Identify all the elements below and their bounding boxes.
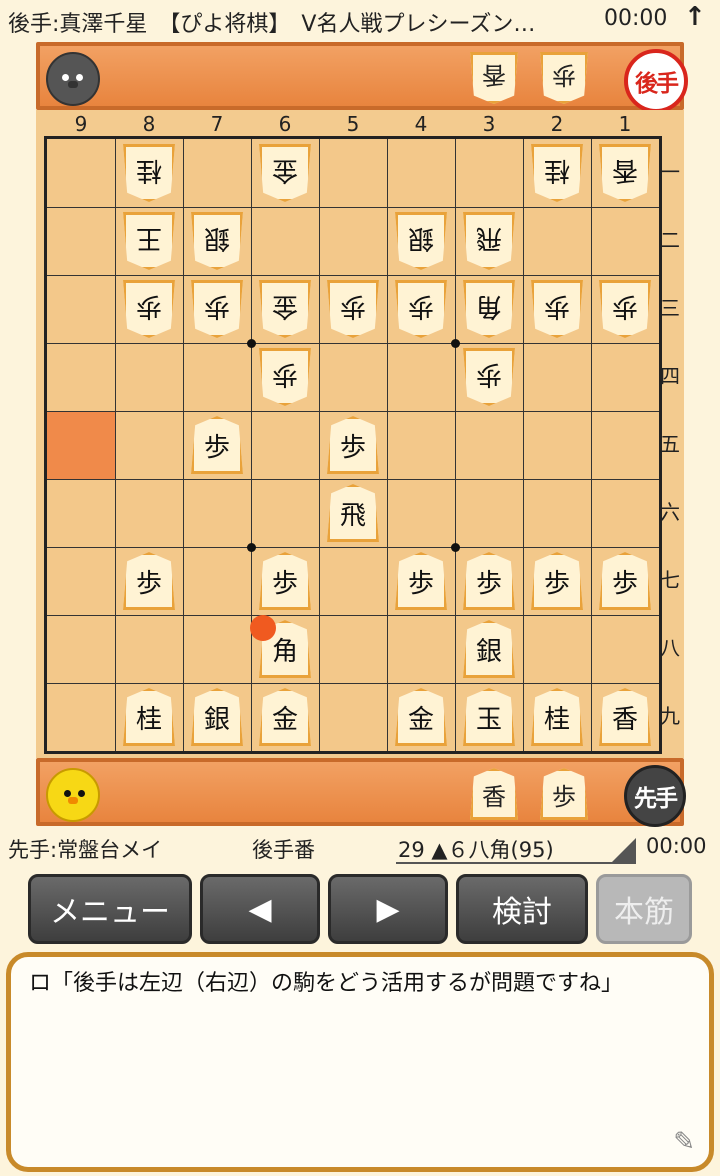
grid-line [47, 411, 659, 412]
sente-piece[interactable]: 歩 [531, 552, 583, 610]
comment-text: ロ「後手は左辺（右辺）の駒をどう活用するが問題ですね」 [29, 971, 624, 996]
gote-piece[interactable]: 歩 [259, 348, 311, 406]
gote-piece[interactable]: 桂 [531, 144, 583, 202]
gote-piece[interactable]: 銀 [395, 212, 447, 270]
gote-avatar [46, 52, 100, 106]
analyze-button[interactable]: 検討 [456, 874, 588, 944]
sente-piece[interactable]: 歩 [599, 552, 651, 610]
sente-piece[interactable]: 桂 [123, 688, 175, 746]
info-bar: 先手:常盤台メイ 後手番 29 ▲６八角(95) 00:00 [0, 830, 720, 866]
sente-player-name: 先手:常盤台メイ [8, 838, 163, 862]
move-record[interactable]: 29 ▲６八角(95) [398, 834, 554, 864]
file-label: 6 [278, 112, 292, 136]
grid-line [47, 343, 659, 344]
gote-piece[interactable]: 金 [259, 280, 311, 338]
next-move-button[interactable]: ▶ [328, 874, 448, 944]
gote-clock: 00:00 [604, 6, 668, 31]
mainline-button: 本筋 [596, 874, 692, 944]
sente-hand-piece-lance[interactable]: 香 [470, 768, 518, 820]
gote-piece[interactable]: 飛 [463, 212, 515, 270]
sente-piece[interactable]: 金 [395, 688, 447, 746]
status-header: 後手:真澤千星 【ぴよ将棋】 V名人戦プレシーズン… 00:00 ↑ [0, 0, 720, 42]
grid-line [47, 275, 659, 276]
gote-badge: 後手 [624, 49, 688, 113]
sente-piece[interactable]: 歩 [327, 416, 379, 474]
sente-piece[interactable]: 歩 [463, 552, 515, 610]
file-label: 9 [74, 112, 88, 136]
file-label: 5 [346, 112, 360, 136]
sente-piece[interactable]: 玉 [463, 688, 515, 746]
sente-hand-piece-pawn[interactable]: 歩 [540, 768, 588, 820]
grid-line [591, 139, 592, 751]
file-label: 8 [142, 112, 156, 136]
star-point [451, 543, 460, 552]
sente-piece[interactable]: 歩 [395, 552, 447, 610]
gote-piece[interactable]: 角 [463, 280, 515, 338]
shogi-board-area: 987654321 一二三四五六七八九 桂金桂香王銀銀飛歩歩金歩歩角歩歩歩歩歩歩… [36, 110, 684, 758]
file-label: 7 [210, 112, 224, 136]
gote-hand-piece-lance[interactable]: 香 [470, 52, 518, 104]
star-point [451, 339, 460, 348]
gote-piece[interactable]: 香 [599, 144, 651, 202]
grid-line [47, 479, 659, 480]
move-dropdown-icon[interactable] [612, 838, 636, 862]
grid-line [47, 683, 659, 684]
sente-piece[interactable]: 歩 [259, 552, 311, 610]
sente-hand-area: 香 歩 先手 [36, 758, 686, 827]
grid-line [183, 139, 184, 751]
gote-piece[interactable]: 歩 [327, 280, 379, 338]
sente-avatar [46, 768, 100, 822]
menu-button[interactable]: メニュー [28, 874, 192, 944]
grid-line [387, 139, 388, 751]
gote-piece[interactable]: 銀 [191, 212, 243, 270]
grid-line [455, 139, 456, 751]
grid-line [47, 615, 659, 616]
file-label: 2 [550, 112, 564, 136]
grid-line [523, 139, 524, 751]
prev-move-button[interactable]: ◀ [200, 874, 320, 944]
grid-line [47, 207, 659, 208]
file-label: 3 [482, 112, 496, 136]
gote-piece[interactable]: 桂 [123, 144, 175, 202]
sente-piece[interactable]: 桂 [531, 688, 583, 746]
sente-piece[interactable]: 歩 [191, 416, 243, 474]
pencil-icon[interactable]: ✎ [673, 1127, 695, 1157]
gote-piece[interactable]: 歩 [531, 280, 583, 338]
gote-piece[interactable]: 歩 [123, 280, 175, 338]
up-arrow-icon[interactable]: ↑ [684, 2, 706, 32]
highlighted-square [47, 411, 115, 479]
gote-piece[interactable]: 歩 [463, 348, 515, 406]
sente-piece[interactable]: 金 [259, 688, 311, 746]
last-move-marker [250, 615, 276, 641]
file-label: 4 [414, 112, 428, 136]
grid-line [319, 139, 320, 751]
comment-box: ロ「後手は左辺（右辺）の駒をどう活用するが問題ですね」 ✎ [6, 952, 714, 1172]
star-point [247, 543, 256, 552]
gote-piece[interactable]: 金 [259, 144, 311, 202]
star-point [247, 339, 256, 348]
gote-piece[interactable]: 歩 [599, 280, 651, 338]
gote-piece[interactable]: 王 [123, 212, 175, 270]
grid-line [115, 139, 116, 751]
file-label: 1 [618, 112, 632, 136]
grid-line [47, 547, 659, 548]
sente-clock: 00:00 [646, 834, 707, 858]
turn-indicator: 後手番 [252, 838, 315, 862]
move-record-underline [396, 862, 636, 864]
shogi-board[interactable]: 桂金桂香王銀銀飛歩歩金歩歩角歩歩歩歩歩歩飛歩歩歩歩歩歩角銀桂銀金金玉桂香 [44, 136, 662, 754]
sente-piece[interactable]: 飛 [327, 484, 379, 542]
grid-line [251, 139, 252, 751]
gote-piece[interactable]: 歩 [191, 280, 243, 338]
sente-piece[interactable]: 香 [599, 688, 651, 746]
gote-hand-area: 香 歩 後手 [36, 42, 688, 113]
sente-piece[interactable]: 銀 [191, 688, 243, 746]
sente-badge: 先手 [624, 765, 686, 827]
game-title: 後手:真澤千星 【ぴよ将棋】 V名人戦プレシーズン… [8, 12, 536, 37]
sente-piece[interactable]: 歩 [123, 552, 175, 610]
sente-piece[interactable]: 銀 [463, 620, 515, 678]
gote-piece[interactable]: 歩 [395, 280, 447, 338]
gote-hand-piece-pawn[interactable]: 歩 [540, 52, 588, 104]
